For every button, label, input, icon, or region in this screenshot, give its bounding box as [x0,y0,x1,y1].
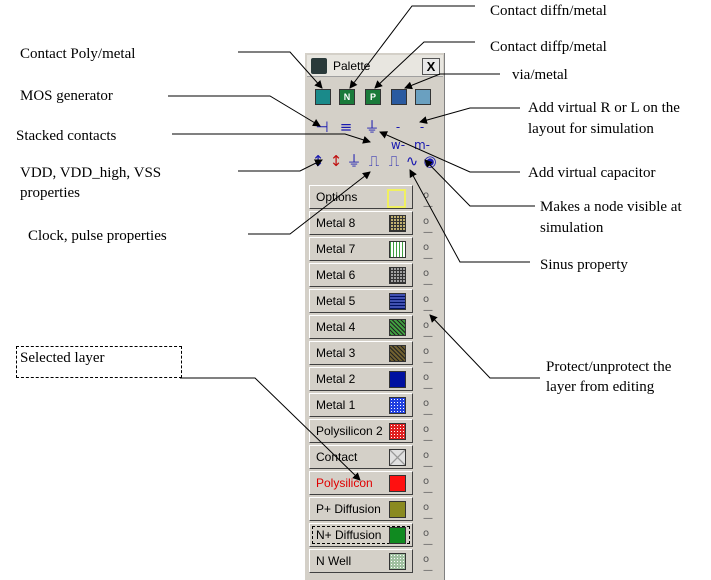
line-contact-diffp [374,41,475,89]
line-stacked-contacts [172,133,371,144]
line-add-virtual-cap [379,131,520,173]
line-sinus [409,169,530,263]
line-selected-layer [180,377,361,481]
annotation-lines [168,5,540,481]
line-mos-generator [168,95,321,127]
line-contact-diffn [349,5,475,89]
line-clock-pulse [248,171,371,235]
line-visible-node [424,159,535,207]
line-protect [429,314,540,379]
line-vdd-props [238,159,323,172]
line-via-metal [404,73,500,90]
line-add-virtual-rl [419,107,520,124]
line-contact-poly [238,51,323,89]
